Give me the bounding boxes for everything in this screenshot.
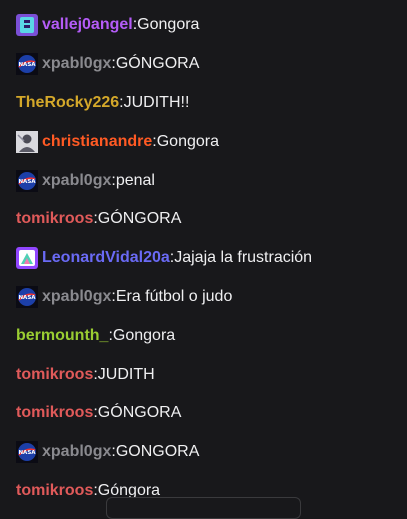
chat-username[interactable]: tomikroos xyxy=(16,404,93,422)
chat-message-text: Gongora xyxy=(137,16,200,34)
chat-username[interactable]: tomikroos xyxy=(16,482,93,500)
chat-message: tomikroos: GÓNGORA xyxy=(0,200,407,239)
chat-message: tomikroos: GÓNGORA xyxy=(0,394,407,433)
chat-message-text: GÓNGORA xyxy=(115,55,200,73)
chat-username[interactable]: xpabl0gx xyxy=(42,443,111,461)
svg-text:NASA: NASA xyxy=(18,178,36,184)
chat-message-text: GÓNGORA xyxy=(97,404,182,422)
chat-username[interactable]: xpabl0gx xyxy=(42,288,111,306)
emote-badge-icon[interactable] xyxy=(16,247,38,270)
chat-username[interactable]: vallej0angel xyxy=(42,16,133,34)
svg-text:NASA: NASA xyxy=(18,450,36,456)
chat-message: NASA xpabl0gx: Era fútbol o judo xyxy=(0,278,407,317)
chat-message-text: GÓNGORA xyxy=(97,210,182,228)
chat-message: tomikroos: JUDITH xyxy=(0,355,407,394)
avatar-badge-icon[interactable] xyxy=(16,130,38,153)
chat-message-text: Era fútbol o judo xyxy=(115,287,233,305)
chat-username[interactable]: christianandre xyxy=(42,133,152,151)
svg-text:NASA: NASA xyxy=(18,62,36,68)
chat-message-list: vallej0angel: Gongora NASA xpabl0gx: GÓN… xyxy=(0,6,407,510)
chat-message-text: JUDITH xyxy=(97,365,155,383)
chat-message-text: penal xyxy=(115,171,155,189)
chat-message-text: JUDITH!! xyxy=(123,93,190,111)
chat-message: NASA xpabl0gx: penal xyxy=(0,161,407,200)
chat-username[interactable]: tomikroos xyxy=(16,210,93,228)
chat-username[interactable]: bermounth_ xyxy=(16,327,108,345)
chat-message-text: Gongora xyxy=(156,132,219,150)
nasa-badge-icon[interactable]: NASA xyxy=(16,285,38,308)
nasa-badge-icon[interactable]: NASA xyxy=(16,169,38,192)
logo-badge-icon[interactable] xyxy=(16,14,38,37)
chat-message-text: Jajaja la frustración xyxy=(174,249,313,267)
chat-username[interactable]: xpabl0gx xyxy=(42,55,111,73)
chat-username[interactable]: TheRocky226 xyxy=(16,94,119,112)
svg-text:NASA: NASA xyxy=(18,295,36,301)
chat-paused-tab[interactable] xyxy=(106,497,301,519)
chat-message-text: Gongora xyxy=(112,326,176,344)
chat-message-text: GONGORA xyxy=(115,443,200,461)
chat-message: TheRocky226: JUDITH!! xyxy=(0,84,407,123)
nasa-badge-icon[interactable]: NASA xyxy=(16,441,38,464)
chat-message: LeonardVidal20a: Jajaja la frustración xyxy=(0,239,407,278)
chat-username[interactable]: tomikroos xyxy=(16,366,93,384)
nasa-badge-icon[interactable]: NASA xyxy=(16,53,38,76)
chat-username[interactable]: xpabl0gx xyxy=(42,172,111,190)
chat-message: NASA xpabl0gx: GÓNGORA xyxy=(0,45,407,84)
chat-message: bermounth_: Gongora xyxy=(0,316,407,355)
chat-username[interactable]: LeonardVidal20a xyxy=(42,249,170,267)
chat-message: vallej0angel: Gongora xyxy=(0,6,407,45)
chat-message: NASA xpabl0gx: GONGORA xyxy=(0,433,407,472)
chat-message: christianandre: Gongora xyxy=(0,122,407,161)
